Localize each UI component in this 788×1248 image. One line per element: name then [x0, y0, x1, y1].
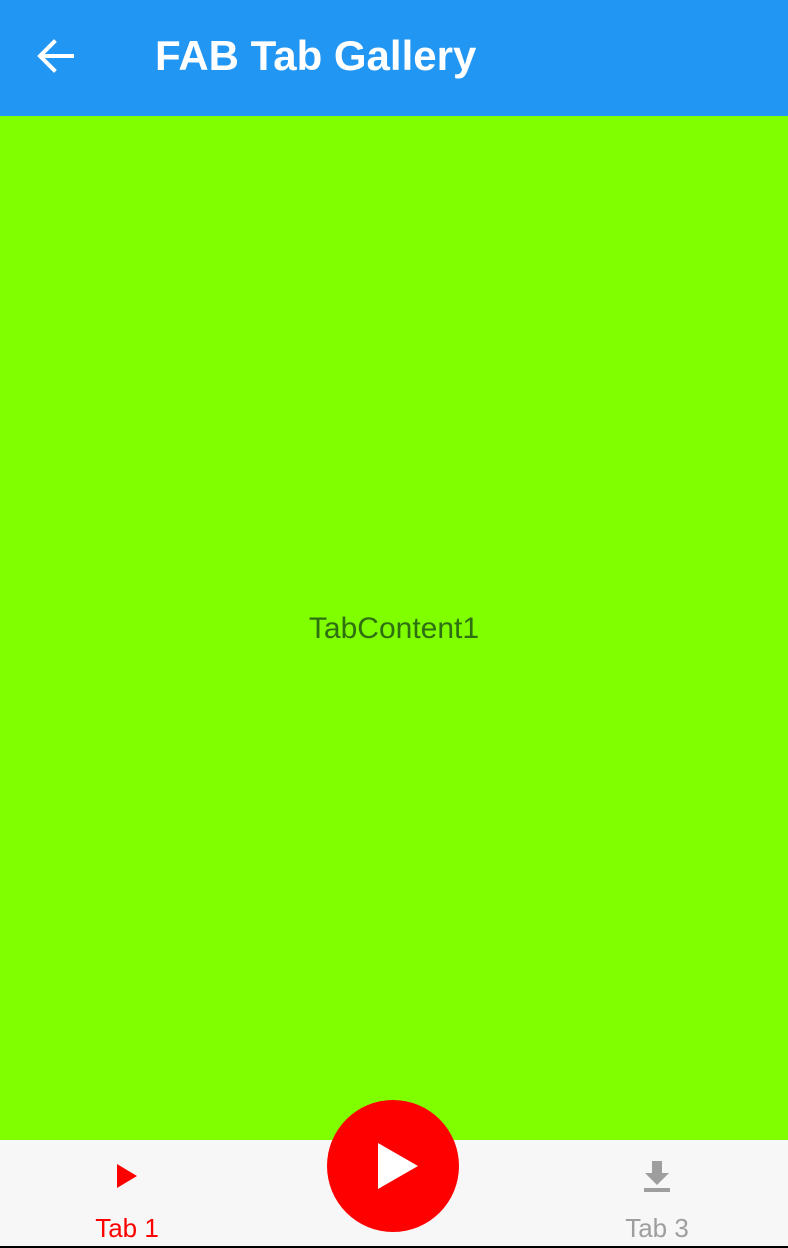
tab-3[interactable]: Tab 3 — [557, 1140, 757, 1246]
play-icon — [378, 1143, 418, 1189]
arrow-back-icon — [37, 39, 74, 73]
tab-1-label: Tab 1 — [95, 1213, 159, 1243]
back-button[interactable] — [22, 22, 90, 90]
page-title: FAB Tab Gallery — [155, 32, 477, 79]
download-icon — [557, 1158, 757, 1194]
app-bar: FAB Tab Gallery — [0, 0, 788, 116]
tab-1[interactable]: Tab 1 — [27, 1140, 227, 1246]
tab-content-area: TabContent1 — [0, 116, 788, 1140]
fab-play-button[interactable] — [327, 1100, 459, 1232]
tab-3-label: Tab 3 — [625, 1213, 689, 1243]
play-icon — [27, 1158, 227, 1194]
tab-content-label: TabContent1 — [308, 612, 480, 645]
